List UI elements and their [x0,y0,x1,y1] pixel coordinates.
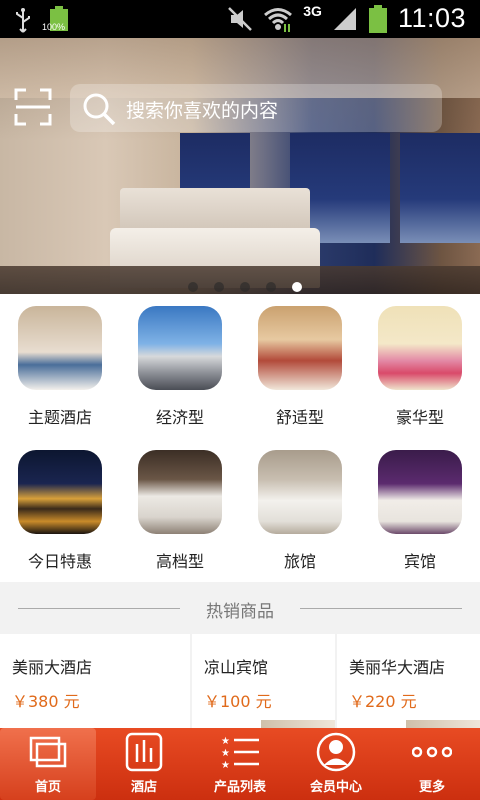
tab-home[interactable]: 首页 [0,728,96,800]
carousel-dot[interactable] [188,282,198,292]
category-label: 经济型 [155,408,204,427]
category-daily-deal[interactable]: 今日特惠 [0,438,120,582]
svg-text:★: ★ [221,748,230,759]
product-card[interactable]: 美丽大酒店 ￥380 元 [0,634,190,728]
network-type: 3G [303,2,322,19]
category-luxury[interactable]: 豪华型 [360,294,480,438]
tab-label: 首页 [34,780,61,795]
search-icon [83,93,116,126]
category-label: 高档型 [155,552,204,571]
category-image [18,306,102,390]
hotel-icon [125,732,163,772]
carousel-dot[interactable] [266,282,276,292]
product-price: ￥220 元 [349,692,417,711]
tab-hotel[interactable]: 酒店 [96,728,192,800]
hot-section-title: 热销商品 [206,602,274,622]
window-view [400,133,480,243]
category-high-end[interactable]: 高档型 [120,438,240,582]
carousel-indicator [188,282,302,292]
category-image [138,450,222,534]
search-input[interactable]: 搜索你喜欢的内容 [70,84,442,132]
tab-label: 更多 [418,780,445,795]
tab-label: 会员中心 [309,780,362,795]
category-image [258,450,342,534]
svg-text:★: ★ [221,760,230,771]
product-price: ￥100 元 [204,692,272,711]
category-image [378,306,462,390]
battery-icon [368,4,387,33]
list-icon: ★ ★ ★ [221,736,259,771]
category-label: 主题酒店 [27,408,92,427]
search-placeholder: 搜索你喜欢的内容 [126,100,279,122]
hot-section-header: 热销商品 [0,582,480,634]
tab-more[interactable]: 更多 [384,728,480,800]
category-image [378,450,462,534]
category-label: 旅馆 [283,552,316,571]
clock: 11:03 [397,3,466,33]
bottom-tab-bar: 首页 酒店 ★ ★ ★ 产品列表 会员中心 更多 [0,728,480,800]
category-label: 豪华型 [395,408,444,427]
mute-icon [228,6,253,31]
wifi-icon [264,7,293,32]
category-image [18,450,102,534]
tab-label: 产品列表 [213,780,266,795]
category-theme-hotel[interactable]: 主题酒店 [0,294,120,438]
product-image [406,720,480,728]
product-card[interactable]: 凉山宾馆 ￥100 元 [192,634,335,728]
category-label: 舒适型 [275,408,324,427]
category-comfort[interactable]: 舒适型 [240,294,360,438]
product-list: 美丽大酒店 ￥380 元 凉山宾馆 ￥100 元 美丽华大酒店 ￥220 元 [0,634,480,728]
product-name: 美丽华大酒店 [349,658,446,677]
divider [300,608,462,609]
svg-text:★: ★ [221,736,230,747]
carousel-dot[interactable] [240,282,250,292]
product-image [261,720,335,728]
signal-icon [333,7,356,30]
scan-icon[interactable] [14,88,52,126]
tab-member-center[interactable]: 会员中心 [288,728,384,800]
tab-product-list[interactable]: ★ ★ ★ 产品列表 [192,728,288,800]
carousel-dot-active[interactable] [292,282,302,292]
category-label: 宾馆 [403,552,436,571]
category-image [258,306,342,390]
battery-percent: 100% [42,22,66,32]
carousel-dot[interactable] [214,282,224,292]
usb-icon [16,8,30,33]
category-grid: 主题酒店 经济型 舒适型 豪华型 今日特惠 高档型 旅馆 宾馆 [0,294,480,582]
category-economy[interactable]: 经济型 [120,294,240,438]
category-inn[interactable]: 旅馆 [240,438,360,582]
product-card[interactable]: 美丽华大酒店 ￥220 元 [337,634,480,728]
more-icon [412,746,452,758]
product-price: ￥380 元 [12,692,80,711]
status-bar: 100% 3G 11:03 [0,0,480,38]
product-name: 美丽大酒店 [12,658,93,677]
category-label: 今日特惠 [27,552,92,571]
product-name: 凉山宾馆 [204,658,269,677]
category-guesthouse[interactable]: 宾馆 [360,438,480,582]
home-icon [29,736,67,768]
user-icon [316,732,356,772]
tab-label: 酒店 [130,780,157,795]
hero-banner[interactable]: 搜索你喜欢的内容 [0,38,480,294]
category-image [138,306,222,390]
